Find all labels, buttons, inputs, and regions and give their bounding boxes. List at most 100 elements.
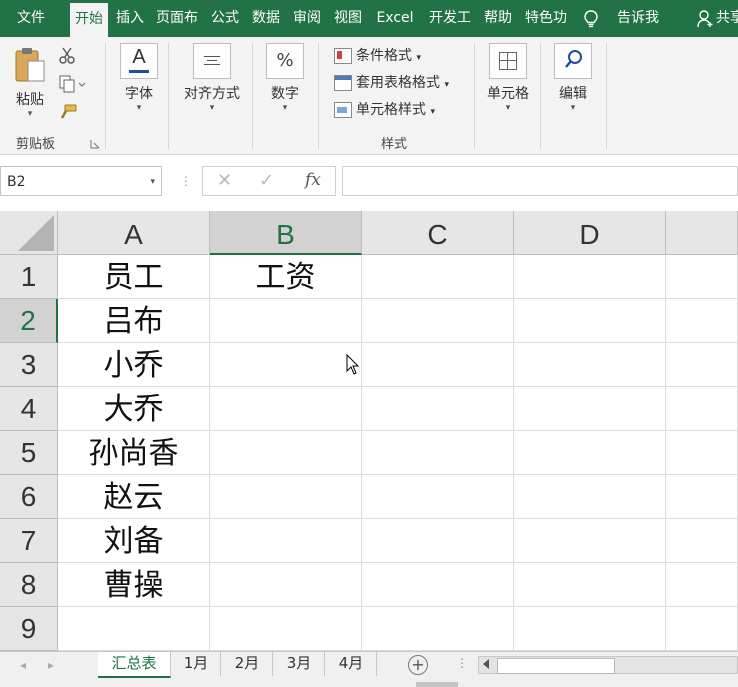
paste-button[interactable]: 粘贴 ▾ xyxy=(10,45,50,119)
cell-e4[interactable] xyxy=(666,387,738,431)
cell-e6[interactable] xyxy=(666,475,738,519)
row-header-4[interactable]: 4 xyxy=(0,387,58,431)
cell-b8[interactable] xyxy=(210,563,362,607)
sheet-tab-feb[interactable]: 2月 xyxy=(222,652,273,676)
column-header-e[interactable] xyxy=(666,211,738,255)
scroll-left-arrow-icon[interactable] xyxy=(483,659,489,669)
cell-c5[interactable] xyxy=(362,431,514,475)
sheet-tab-apr[interactable]: 4月 xyxy=(326,652,377,676)
add-sheet-plus-icon[interactable]: + xyxy=(408,655,428,675)
sheet-tab-summary[interactable]: 汇总表 xyxy=(98,652,171,678)
tab-formulas[interactable]: 公式 xyxy=(207,0,243,37)
cell-a5[interactable]: 孙尚香 xyxy=(58,431,210,475)
number-button[interactable]: % 数字 ▾ xyxy=(264,43,306,113)
cell-e3[interactable] xyxy=(666,343,738,387)
cell-c8[interactable] xyxy=(362,563,514,607)
row-header-5[interactable]: 5 xyxy=(0,431,58,475)
lightbulb-icon[interactable] xyxy=(584,10,598,28)
cell-a4[interactable]: 大乔 xyxy=(58,387,210,431)
cell-d8[interactable] xyxy=(514,563,666,607)
tab-home[interactable]: 开始 xyxy=(70,3,108,37)
cut-scissors-icon[interactable] xyxy=(58,47,76,65)
cell-e7[interactable] xyxy=(666,519,738,563)
tab-help[interactable]: 帮助 xyxy=(480,0,516,37)
row-header-1[interactable]: 1 xyxy=(0,255,58,299)
tab-special[interactable]: 特色功 xyxy=(521,0,571,37)
share-button[interactable]: 共享 xyxy=(716,0,738,37)
column-header-d[interactable]: D xyxy=(514,211,666,255)
format-as-table-button[interactable]: 套用表格格式 ▾ xyxy=(334,72,449,94)
cell-a2[interactable]: 吕布 xyxy=(58,299,210,343)
column-header-b[interactable]: B xyxy=(210,211,362,255)
tab-view[interactable]: 视图 xyxy=(330,0,366,37)
cell-a7[interactable]: 刘备 xyxy=(58,519,210,563)
font-button[interactable]: A 字体 ▾ xyxy=(118,43,160,113)
row-header-2[interactable]: 2 xyxy=(0,299,58,343)
scroll-tabs-right-icon[interactable]: ▸ xyxy=(48,658,54,672)
insert-function-icon[interactable]: fx xyxy=(305,170,321,190)
tab-developer[interactable]: 开发工 xyxy=(425,0,475,37)
cell-e5[interactable] xyxy=(666,431,738,475)
cell-c9[interactable] xyxy=(362,607,514,651)
tab-review[interactable]: 审阅 xyxy=(289,0,325,37)
select-all-corner[interactable] xyxy=(0,211,58,255)
cell-e2[interactable] xyxy=(666,299,738,343)
cell-c6[interactable] xyxy=(362,475,514,519)
conditional-formatting-button[interactable]: 条件格式 ▾ xyxy=(334,45,421,67)
cell-d4[interactable] xyxy=(514,387,666,431)
cell-d1[interactable] xyxy=(514,255,666,299)
cell-b6[interactable] xyxy=(210,475,362,519)
cell-b5[interactable] xyxy=(210,431,362,475)
cancel-x-icon[interactable]: ✕ xyxy=(217,170,232,191)
cell-d9[interactable] xyxy=(514,607,666,651)
tab-page-layout[interactable]: 页面布 xyxy=(152,0,202,37)
formula-input[interactable] xyxy=(342,166,738,196)
scroll-tabs-left-icon[interactable]: ◂ xyxy=(20,658,26,672)
cell-c1[interactable] xyxy=(362,255,514,299)
tab-data[interactable]: 数据 xyxy=(248,0,284,37)
cell-b9[interactable] xyxy=(210,607,362,651)
name-box[interactable]: B2 ▾ xyxy=(0,166,162,196)
sheet-tab-jan[interactable]: 1月 xyxy=(172,652,221,676)
cell-c3[interactable] xyxy=(362,343,514,387)
cell-styles-button[interactable]: 单元格样式 ▾ xyxy=(334,99,435,121)
paste-dropdown-icon[interactable]: ▾ xyxy=(10,109,50,119)
cell-a9[interactable] xyxy=(58,607,210,651)
format-painter-icon[interactable] xyxy=(58,103,78,121)
column-header-c[interactable]: C xyxy=(362,211,514,255)
cell-a1[interactable]: 员工 xyxy=(58,255,210,299)
formula-bar-splitter[interactable]: ⋮ xyxy=(180,174,192,188)
cells-button[interactable]: 单元格 ▾ xyxy=(484,43,532,113)
cell-d3[interactable] xyxy=(514,343,666,387)
cell-d5[interactable] xyxy=(514,431,666,475)
row-header-8[interactable]: 8 xyxy=(0,563,58,607)
cell-b4[interactable] xyxy=(210,387,362,431)
cell-d2[interactable] xyxy=(514,299,666,343)
horizontal-scrollbar[interactable] xyxy=(478,656,738,674)
row-header-7[interactable]: 7 xyxy=(0,519,58,563)
tab-insert[interactable]: 插入 xyxy=(113,0,147,37)
cell-e1[interactable] xyxy=(666,255,738,299)
copy-icon[interactable] xyxy=(58,75,86,93)
tab-splitter[interactable]: ⋮ xyxy=(456,656,468,670)
cell-e9[interactable] xyxy=(666,607,738,651)
cell-a8[interactable]: 曹操 xyxy=(58,563,210,607)
column-header-a[interactable]: A xyxy=(58,211,210,255)
editing-button[interactable]: 编辑 ▾ xyxy=(552,43,594,113)
row-header-6[interactable]: 6 xyxy=(0,475,58,519)
cell-d6[interactable] xyxy=(514,475,666,519)
cell-a6[interactable]: 赵云 xyxy=(58,475,210,519)
cell-b3[interactable] xyxy=(210,343,362,387)
cell-b1[interactable]: 工资 xyxy=(210,255,362,299)
row-header-3[interactable]: 3 xyxy=(0,343,58,387)
sheet-tab-mar[interactable]: 3月 xyxy=(274,652,325,676)
cell-c2[interactable] xyxy=(362,299,514,343)
name-box-dropdown-icon[interactable]: ▾ xyxy=(150,167,155,197)
cell-c7[interactable] xyxy=(362,519,514,563)
cell-b7[interactable] xyxy=(210,519,362,563)
tell-me-search[interactable]: 告诉我 xyxy=(612,0,664,37)
cell-b2[interactable] xyxy=(210,299,362,343)
cell-d7[interactable] xyxy=(514,519,666,563)
row-header-9[interactable]: 9 xyxy=(0,607,58,651)
enter-check-icon[interactable]: ✓ xyxy=(259,170,274,191)
